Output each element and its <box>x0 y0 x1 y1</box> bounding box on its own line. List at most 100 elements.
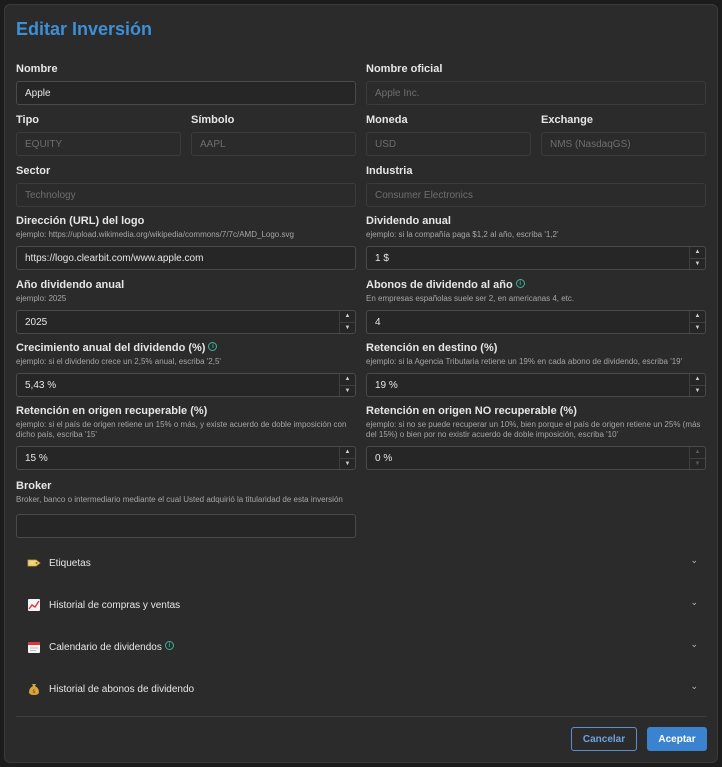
crecimiento-input[interactable]: 5,43 % ▲ ▼ <box>16 373 356 397</box>
label-industria: Industria <box>366 165 413 177</box>
retencion-recuperable-stepper[interactable]: ▲ ▼ <box>339 447 355 469</box>
label-sector: Sector <box>16 165 51 177</box>
simbolo-input: AAPL <box>191 132 356 156</box>
field-sector: Sector Technology <box>16 165 356 207</box>
hint-dividendo-anual: ejemplo: si la compañía paga $1,2 al año… <box>366 230 559 239</box>
label-dividendo-anual: Dividendo anual <box>366 215 451 227</box>
label-moneda: Moneda <box>366 114 408 126</box>
svg-text:$: $ <box>32 689 35 695</box>
chevron-up-icon[interactable]: ▲ <box>690 247 705 259</box>
retencion-destino-stepper[interactable]: ▲ ▼ <box>689 374 705 396</box>
label-abonos: Abonos de dividendo al año <box>366 279 513 291</box>
footer-divider <box>16 716 706 717</box>
hint-logo: ejemplo: https://upload.wikimedia.org/wi… <box>16 230 294 239</box>
section-historial-compras[interactable]: Historial de compras y ventas ⌄ <box>16 585 706 625</box>
chevron-down-icon[interactable]: ⌄ <box>690 639 698 650</box>
chevron-up-icon[interactable]: ▲ <box>340 447 355 459</box>
label-logo: Dirección (URL) del logo <box>16 215 145 227</box>
section-label: Historial de abonos de dividendo <box>49 683 195 695</box>
retencion-destino-input[interactable]: 19 % ▲ ▼ <box>366 373 706 397</box>
chevron-down-icon[interactable]: ▼ <box>340 459 355 470</box>
section-historial-abonos[interactable]: $ Historial de abonos de dividendo ⌄ <box>16 669 706 709</box>
retencion-recuperable-value: 15 % <box>25 452 48 464</box>
field-abonos: Abonos de dividendo al año i En empresas … <box>366 279 706 334</box>
label-nombre-oficial: Nombre oficial <box>366 63 443 75</box>
chevron-up-icon[interactable]: ▲ <box>690 447 705 459</box>
label-retencion-recuperable: Retención en origen recuperable (%) <box>16 405 208 417</box>
abonos-value: 4 <box>375 316 381 328</box>
chevron-down-icon[interactable]: ▼ <box>690 459 705 470</box>
chevron-up-icon[interactable]: ▲ <box>690 311 705 323</box>
label-retencion-destino: Retención en destino (%) <box>366 342 498 354</box>
label-abonos-wrap: Abonos de dividendo al año i <box>366 279 706 292</box>
tag-icon <box>27 559 41 567</box>
hint-broker: Broker, banco o intermediario mediante e… <box>16 495 343 504</box>
chevron-down-icon[interactable]: ▼ <box>690 259 705 270</box>
anio-dividendo-stepper[interactable]: ▲ ▼ <box>339 311 355 333</box>
field-simbolo: Símbolo AAPL <box>191 114 356 156</box>
chevron-down-icon[interactable]: ⌄ <box>690 597 698 608</box>
field-broker: Broker Broker, banco o intermediario med… <box>16 480 356 538</box>
retencion-recuperable-input[interactable]: 15 % ▲ ▼ <box>16 446 356 470</box>
field-tipo: Tipo EQUITY <box>16 114 181 156</box>
logo-url-input[interactable]: https://logo.clearbit.com/www.apple.com <box>16 246 356 270</box>
field-retencion-destino: Retención en destino (%) ejemplo: si la … <box>366 342 706 397</box>
edit-investment-dialog: Editar Inversión Nombre Apple Nombre ofi… <box>4 4 718 763</box>
anio-dividendo-input[interactable]: 2025 ▲ ▼ <box>16 310 356 334</box>
dialog-title: Editar Inversión <box>16 19 153 39</box>
abonos-input[interactable]: 4 ▲ ▼ <box>366 310 706 334</box>
field-dividendo-anual: Dividendo anual ejemplo: si la compañía … <box>366 215 706 270</box>
field-nombre: Nombre Apple <box>16 63 356 105</box>
field-retencion-recuperable: Retención en origen recuperable (%) ejem… <box>16 405 356 470</box>
retencion-destino-value: 19 % <box>375 379 398 391</box>
hint-anio-dividendo: ejemplo: 2025 <box>16 294 67 303</box>
broker-input[interactable] <box>16 514 356 538</box>
nombre-input[interactable]: Apple <box>16 81 356 105</box>
chevron-down-icon[interactable]: ▼ <box>340 386 355 397</box>
section-calendario-dividendos[interactable]: Calendario de dividendos i ⌄ <box>16 627 706 667</box>
label-crecimiento-wrap: Crecimiento anual del dividendo (%) i <box>16 342 356 355</box>
info-icon[interactable]: i <box>515 279 525 288</box>
label-simbolo: Símbolo <box>191 114 235 126</box>
hint-retencion-no-recuperable: ejemplo: si no se puede recuperar un 10%… <box>366 420 701 439</box>
section-label: Etiquetas <box>49 557 91 569</box>
crecimiento-value: 5,43 % <box>25 379 57 391</box>
field-crecimiento: Crecimiento anual del dividendo (%) i eje… <box>16 342 356 397</box>
sector-input: Technology <box>16 183 356 207</box>
accept-button[interactable]: Aceptar <box>647 727 707 751</box>
abonos-stepper[interactable]: ▲ ▼ <box>689 311 705 333</box>
info-icon[interactable]: i <box>208 342 218 351</box>
info-icon[interactable]: i <box>164 640 174 650</box>
dividendo-anual-input[interactable]: 1 $ ▲ ▼ <box>366 246 706 270</box>
section-etiquetas[interactable]: Etiquetas ⌄ <box>16 543 706 583</box>
tipo-input: EQUITY <box>16 132 181 156</box>
retencion-no-recuperable-stepper[interactable]: ▲ ▼ <box>689 447 705 469</box>
label-crecimiento: Crecimiento anual del dividendo (%) <box>16 342 206 354</box>
chart-increasing-icon <box>28 599 40 611</box>
anio-dividendo-value: 2025 <box>25 316 48 328</box>
field-exchange: Exchange NMS (NasdaqGS) <box>541 114 706 156</box>
retencion-no-recuperable-input[interactable]: 0 % ▲ ▼ <box>366 446 706 470</box>
money-bag-icon: $ <box>29 684 39 695</box>
chevron-down-icon[interactable]: ▼ <box>340 323 355 334</box>
chevron-down-icon[interactable]: ⌄ <box>690 555 698 566</box>
hint-retencion-recuperable: ejemplo: si el país de origen retiene un… <box>16 420 347 439</box>
field-industria: Industria Consumer Electronics <box>366 165 706 207</box>
dividendo-anual-stepper[interactable]: ▲ ▼ <box>689 247 705 269</box>
crecimiento-stepper[interactable]: ▲ ▼ <box>339 374 355 396</box>
label-anio-dividendo: Año dividendo anual <box>16 279 125 291</box>
calendar-icon <box>28 642 40 653</box>
cancel-button[interactable]: Cancelar <box>571 727 637 751</box>
chevron-up-icon[interactable]: ▲ <box>340 311 355 323</box>
chevron-down-icon[interactable]: ▼ <box>690 386 705 397</box>
chevron-up-icon[interactable]: ▲ <box>340 374 355 386</box>
hint-retencion-destino: ejemplo: si la Agencia Tributaria retien… <box>366 357 683 366</box>
field-logo: Dirección (URL) del logo ejemplo: https:… <box>16 215 356 270</box>
field-nombre-oficial: Nombre oficial Apple Inc. <box>366 63 706 105</box>
chevron-down-icon[interactable]: ▼ <box>690 323 705 334</box>
chevron-down-icon[interactable]: ⌄ <box>690 681 698 692</box>
chevron-up-icon[interactable]: ▲ <box>690 374 705 386</box>
field-anio-dividendo: Año dividendo anual ejemplo: 2025 2025 ▲… <box>16 279 356 334</box>
label-broker: Broker <box>16 480 52 492</box>
hint-abonos: En empresas españolas suele ser 2, en am… <box>366 294 575 303</box>
